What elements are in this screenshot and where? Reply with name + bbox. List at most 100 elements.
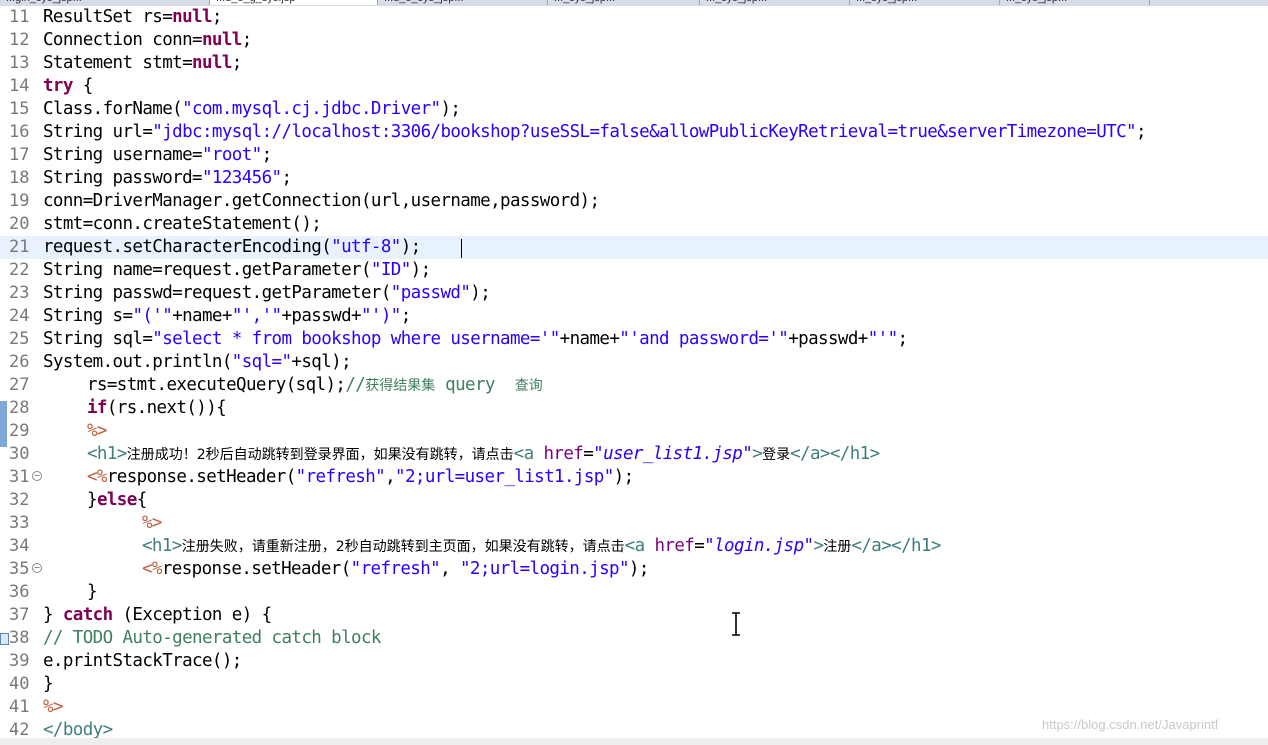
code-line[interactable]: 22 String name=request.getParameter("ID")… [0, 259, 1268, 282]
code-token: </body> [43, 720, 113, 740]
code-token: String sql= [43, 329, 153, 349]
code-token: "'" [867, 329, 898, 349]
code-line[interactable]: 17 String username="root"; [0, 144, 1268, 167]
code-line[interactable]: 24 String s="('"+name+"','"+passwd+"')"; [0, 305, 1268, 328]
code-text: String s="('"+name+"','"+passwd+"')"; [43, 306, 411, 327]
code-token: ); [400, 237, 421, 257]
code-token: 获得结果集 [365, 378, 436, 394]
code-token: %> [142, 513, 162, 533]
editor-tab[interactable]: ..._sys_jsp... [1000, 0, 1150, 5]
line-number: 24 [9, 306, 30, 326]
editor-tab[interactable]: ..._sys_jsp... [700, 0, 850, 5]
line-number: 31 [9, 467, 30, 487]
text-caret [461, 239, 462, 258]
code-line[interactable]: 40} [0, 673, 1268, 696]
horizontal-scrollbar[interactable] [0, 738, 1268, 745]
code-token: else [96, 490, 137, 510]
line-number: 40 [9, 674, 30, 694]
code-token: ); [410, 260, 431, 280]
code-text: e.printStackTrace(); [43, 651, 242, 672]
code-token: "refresh" [295, 467, 386, 487]
code-line[interactable]: 31− <%response.setHeader("refresh","2;url… [0, 466, 1268, 489]
code-line[interactable]: 20 stmt=conn.createStatement(); [0, 213, 1268, 236]
line-number: 25 [9, 329, 30, 349]
line-number: 26 [9, 352, 30, 372]
code-line[interactable]: 14 try { [0, 75, 1268, 98]
code-line[interactable]: 34 <h1>注册失败，请重新注册，2秒自动跳转到主页面，如果没有跳转，请点击<a… [0, 535, 1268, 558]
editor-tab[interactable]: ...d_e_g_sys.jsp [210, 0, 378, 5]
code-line[interactable]: 38 // TODO Auto-generated catch block [0, 627, 1268, 650]
code-token: +passwd+ [788, 329, 868, 349]
code-token: Class.forName( [43, 99, 183, 119]
line-number: 12 [9, 30, 30, 50]
code-token: ; [400, 306, 412, 326]
code-token: } [43, 605, 63, 625]
code-text: %> [142, 513, 162, 534]
code-token: "user_list1.jsp" [593, 444, 753, 464]
code-token: 注册 [823, 539, 852, 555]
code-token: "('" [132, 306, 173, 326]
code-line[interactable]: 25 String sql="select * from bookshop whe… [0, 328, 1268, 351]
code-token: "root" [201, 145, 262, 165]
watermark: https://blog.csdn.net/Javaprintf [1042, 717, 1219, 732]
code-line[interactable]: 32}else{ [0, 489, 1268, 512]
code-line[interactable]: 35− <%response.setHeader("refresh", "2;ur… [0, 558, 1268, 581]
code-line[interactable]: 30 <h1>注册成功！2秒后自动跳转到登录界面，如果没有跳转，请点击<a hre… [0, 443, 1268, 466]
code-line[interactable]: 18 String password="123456"; [0, 167, 1268, 190]
editor-tab[interactable]: ..._sys_jsp... [548, 0, 700, 5]
code-line[interactable]: 23 String passwd=request.getParameter("pa… [0, 282, 1268, 305]
code-text: try { [43, 76, 93, 97]
code-line[interactable]: 15 Class.forName("com.mysql.cj.jdbc.Drive… [0, 98, 1268, 121]
code-line[interactable]: 37} catch (Exception e) { [0, 604, 1268, 627]
code-line[interactable]: 41 %> [0, 696, 1268, 719]
code-token: null [172, 7, 212, 27]
line-number: 17 [9, 145, 30, 165]
fold-toggle-icon[interactable]: − [32, 563, 42, 573]
code-token: +sql); [291, 352, 352, 372]
code-token: System.out.println( [43, 352, 232, 372]
code-text: <h1>注册失败，请重新注册，2秒自动跳转到主页面，如果没有跳转，请点击<a h… [142, 536, 941, 558]
code-token: } [87, 582, 98, 602]
code-line[interactable]: 36} [0, 581, 1268, 604]
code-text: System.out.println("sql="+sql); [43, 352, 352, 373]
code-token: conn=DriverManager.getConnection(url,use… [43, 191, 600, 211]
code-editor[interactable]: 11 ResultSet rs=null; 12 Connection conn=nu… [0, 6, 1268, 740]
code-token: null [192, 53, 232, 73]
code-text: } [87, 582, 98, 603]
code-token: response.setHeader( [106, 467, 296, 487]
fold-toggle-icon[interactable]: − [32, 471, 42, 481]
code-token: ); [470, 283, 491, 303]
code-line[interactable]: 16 String url="jdbc:mysql://localhost:330… [0, 121, 1268, 144]
editor-tab[interactable]: ..._sys_jsp... [850, 0, 1000, 5]
code-line[interactable]: 27 rs=stmt.executeQuery(sql);//获得结果集 quer… [0, 374, 1268, 397]
code-line[interactable]: 21 request.setCharacterEncoding("utf-8"); [0, 236, 1268, 259]
code-token: String name=request.getParameter( [43, 260, 371, 280]
code-line[interactable]: 28 if(rs.next()){ [0, 397, 1268, 420]
code-token: rs=stmt.executeQuery(sql); [87, 375, 346, 395]
code-token: { [136, 490, 148, 510]
code-line[interactable]: 26 System.out.println("sql="+sql); [0, 351, 1268, 374]
code-line[interactable]: 39 e.printStackTrace(); [0, 650, 1268, 673]
code-token: // TODO Auto-generated catch block [43, 628, 381, 648]
code-line[interactable]: 13 Statement stmt=null; [0, 52, 1268, 75]
code-line[interactable]: 19 conn=DriverManager.getConnection(url,u… [0, 190, 1268, 213]
code-token: "2;url=user_list1.jsp" [395, 467, 614, 487]
code-line[interactable]: 11 ResultSet rs=null; [0, 6, 1268, 29]
line-number: 39 [9, 651, 30, 671]
code-token: String passwd=request.getParameter( [43, 283, 391, 303]
code-token: > [813, 536, 824, 556]
editor-tab[interactable]: ...gin_sys_jsp... [0, 0, 210, 5]
code-line[interactable]: 29 %> [0, 420, 1268, 443]
code-token: stmt=conn.createStatement(); [43, 214, 322, 234]
code-token: = [583, 444, 594, 464]
editor-tab[interactable]: ...d_e_sys_jsp... [378, 0, 548, 5]
code-token: <a [513, 444, 544, 464]
code-line[interactable]: 33 %> [0, 512, 1268, 535]
code-text: Statement stmt=null; [43, 53, 242, 74]
code-token: String url= [43, 122, 153, 142]
code-token: href [654, 536, 695, 556]
line-number: 33 [9, 513, 30, 533]
task-marker-icon[interactable] [0, 633, 9, 645]
line-number: 18 [9, 168, 30, 188]
code-line[interactable]: 12 Connection conn=null; [0, 29, 1268, 52]
